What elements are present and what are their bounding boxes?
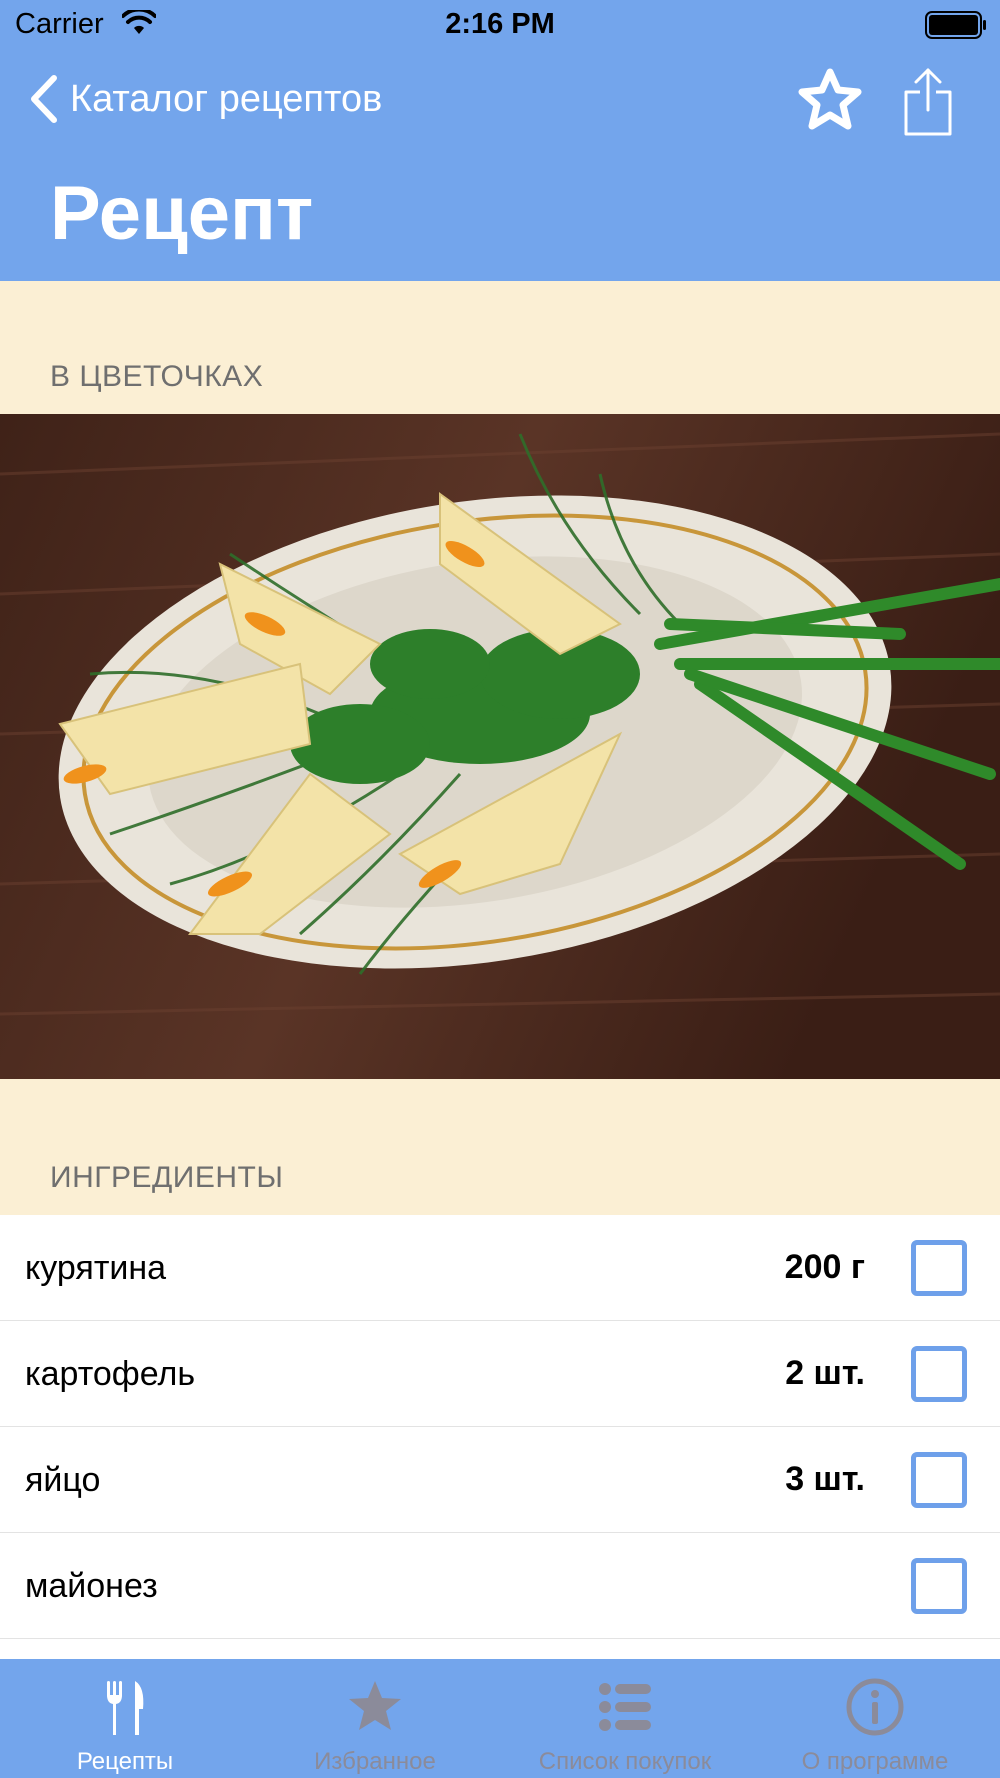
ingredient-name: майонез xyxy=(25,1567,158,1605)
recipe-name-header: В ЦВЕТОЧКАХ xyxy=(50,360,264,393)
ingredient-checkbox[interactable] xyxy=(911,1452,967,1508)
tab-favorites[interactable]: Избранное xyxy=(250,1659,500,1778)
ingredient-checkbox[interactable] xyxy=(911,1346,967,1402)
star-icon xyxy=(349,1681,401,1730)
tab-bar: Рецепты Избранное Список покупок О прогр… xyxy=(0,1659,1000,1778)
ingredient-quantity: 2 шт. xyxy=(785,1354,865,1392)
ingredient-checkbox[interactable] xyxy=(911,1240,967,1296)
page-title: Рецепт xyxy=(50,171,314,256)
ingredient-quantity: 200 г xyxy=(784,1248,865,1286)
favorite-star-outline-icon[interactable] xyxy=(798,68,862,132)
recipe-photo xyxy=(0,414,1000,1079)
info-icon xyxy=(846,1678,904,1736)
ingredient-quantity: 3 шт. xyxy=(785,1460,865,1498)
fork-knife-icon xyxy=(107,1681,144,1735)
ingredient-list: курятина 200 г картофель 2 шт. яйцо 3 шт… xyxy=(0,1215,1000,1659)
share-icon[interactable] xyxy=(902,66,954,138)
list-icon xyxy=(599,1683,651,1731)
status-time: 2:16 PM xyxy=(445,8,555,40)
nav-bar: Каталог рецептов xyxy=(0,60,1000,140)
recipe-photo-image xyxy=(0,414,1000,1079)
ingredient-checkbox[interactable] xyxy=(911,1558,967,1614)
back-button[interactable]: Каталог рецептов xyxy=(28,74,382,124)
tab-shopping-list[interactable]: Список покупок xyxy=(500,1659,750,1778)
battery-icon xyxy=(925,11,986,39)
back-button-label: Каталог рецептов xyxy=(70,77,383,120)
ingredient-name: яйцо xyxy=(25,1461,101,1499)
ingredient-name: картофель xyxy=(25,1355,196,1393)
ingredients-header: ИНГРЕДИЕНТЫ xyxy=(50,1161,284,1194)
ingredient-row: яйцо 3 шт. xyxy=(0,1427,1000,1533)
ingredient-row: майонез xyxy=(0,1533,1000,1639)
chevron-left-icon xyxy=(31,75,57,123)
status-bar: Carrier 2:16 PM xyxy=(0,0,1000,50)
tab-label: О программе xyxy=(801,1748,949,1775)
tab-label: Избранное xyxy=(314,1748,436,1775)
navigation-header: Carrier 2:16 PM Каталог рецептов Рецепт xyxy=(0,0,1000,281)
tab-label: Список покупок xyxy=(538,1748,712,1775)
ingredient-name: курятина xyxy=(25,1249,167,1287)
tab-about[interactable]: О программе xyxy=(750,1659,1000,1778)
tab-label: Рецепты xyxy=(76,1748,174,1775)
tab-recipes[interactable]: Рецепты xyxy=(0,1659,250,1778)
ingredient-row: курятина 200 г xyxy=(0,1215,1000,1321)
ingredient-row: картофель 2 шт. xyxy=(0,1321,1000,1427)
